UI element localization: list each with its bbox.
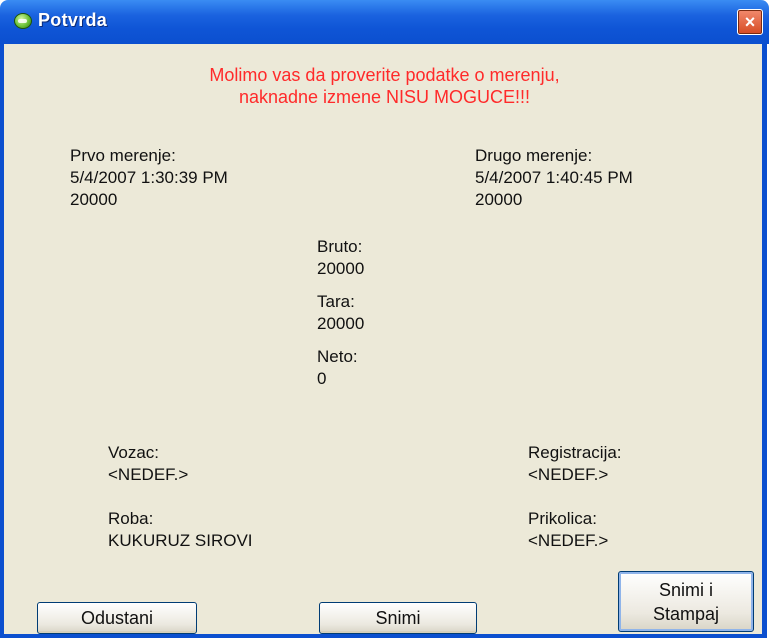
close-button[interactable]: × <box>737 9 763 35</box>
tara-label: Tara: <box>317 292 355 311</box>
second-measurement-label: Drugo merenje: <box>475 146 593 165</box>
second-measurement-datetime: 5/4/2007 1:40:45 PM <box>475 168 633 187</box>
neto-label: Neto: <box>317 347 358 366</box>
save-and-print-line-1: Snimi i <box>658 580 713 600</box>
title-bar[interactable]: Potvrda × <box>0 0 769 44</box>
warning-line-2: naknadne izmene NISU MOGUCE!!! <box>238 87 531 107</box>
close-icon: × <box>744 12 756 32</box>
bruto-label: Bruto: <box>317 237 363 256</box>
goods-field: Roba: KUKURUZ SIROVI <box>108 508 253 552</box>
window-border-right <box>762 44 767 636</box>
second-measurement: Drugo merenje: 5/4/2007 1:40:45 PM 20000 <box>475 145 633 211</box>
warning-line-1: Molimo vas da proverite podatke o merenj… <box>209 65 560 85</box>
first-measurement: Prvo merenje: 5/4/2007 1:30:39 PM 20000 <box>70 145 228 211</box>
driver-label: Vozac: <box>108 443 160 462</box>
cancel-button[interactable]: Odustani <box>37 602 197 634</box>
app-icon <box>14 13 32 29</box>
first-measurement-value: 20000 <box>70 190 118 209</box>
driver-value: <NEDEF.> <box>108 465 189 484</box>
registration-label: Registracija: <box>528 443 622 462</box>
confirmation-dialog: Potvrda × Molimo vas da proverite podatk… <box>0 0 769 638</box>
registration-field: Registracija: <NEDEF.> <box>528 442 622 486</box>
driver-field: Vozac: <NEDEF.> <box>108 442 188 486</box>
trailer-label: Prikolica: <box>528 509 597 528</box>
tara-value: 20000 <box>317 314 365 333</box>
first-measurement-datetime: 5/4/2007 1:30:39 PM <box>70 168 228 187</box>
goods-value: KUKURUZ SIROVI <box>108 531 253 550</box>
bruto-field: Bruto: 20000 <box>317 236 364 280</box>
registration-value: <NEDEF.> <box>528 465 609 484</box>
save-and-print-line-2: Stampaj <box>652 604 720 624</box>
neto-value: 0 <box>317 369 327 388</box>
first-measurement-label: Prvo merenje: <box>70 146 176 165</box>
tara-field: Tara: 20000 <box>317 291 364 335</box>
neto-field: Neto: 0 <box>317 346 358 390</box>
goods-label: Roba: <box>108 509 154 528</box>
trailer-value: <NEDEF.> <box>528 531 609 550</box>
window-border-bottom <box>0 634 767 638</box>
warning-message: Molimo vas da proverite podatke o merenj… <box>0 64 769 108</box>
save-and-print-button[interactable]: Snimi i Stampaj <box>618 571 754 632</box>
save-button[interactable]: Snimi <box>319 602 477 634</box>
bruto-value: 20000 <box>317 259 365 278</box>
window-border-left <box>0 44 4 636</box>
second-measurement-value: 20000 <box>475 190 523 209</box>
trailer-field: Prikolica: <NEDEF.> <box>528 508 608 552</box>
window-title: Potvrda <box>38 10 108 30</box>
